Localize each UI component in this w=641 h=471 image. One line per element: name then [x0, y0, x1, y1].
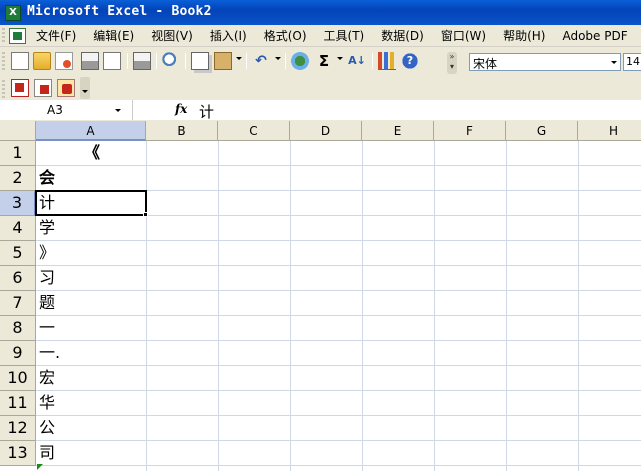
formula-bar: A3 fx 计 — [0, 100, 641, 122]
menu-edit[interactable]: 编辑(E) — [93, 29, 134, 43]
row-header-3[interactable]: 3 — [0, 191, 36, 216]
menu-tools[interactable]: 工具(T) — [324, 29, 365, 43]
menu-data[interactable]: 数据(D) — [381, 29, 424, 43]
window-title: Microsoft Excel - Book2 — [27, 4, 212, 19]
cell-a12[interactable]: 公 — [37, 416, 145, 441]
toolbar-separator — [156, 53, 157, 69]
row-header-13[interactable]: 13 — [0, 441, 36, 466]
column-header-g[interactable]: G — [506, 121, 578, 141]
undo-dropdown-icon[interactable] — [275, 57, 281, 60]
toolbar-separator — [372, 53, 373, 69]
convert-and-email-icon[interactable] — [34, 79, 52, 97]
chart-wizard-icon[interactable] — [378, 52, 396, 70]
column-header-a[interactable]: A — [36, 121, 146, 141]
row-header-11[interactable]: 11 — [0, 391, 36, 416]
insert-function-icon[interactable]: fx — [175, 102, 187, 116]
fill-handle[interactable] — [143, 212, 148, 217]
font-size-value: 14 — [626, 55, 640, 68]
cell-a2[interactable]: 会 — [37, 166, 145, 191]
convert-and-review-icon[interactable] — [57, 79, 75, 97]
toolbar-separator — [246, 53, 247, 69]
row-header-2[interactable]: 2 — [0, 166, 36, 191]
paste-icon[interactable] — [214, 52, 232, 70]
menu-window[interactable]: 窗口(W) — [441, 29, 486, 43]
menu-adobe-pdf[interactable]: Adobe PDF — [562, 29, 627, 43]
menu-format[interactable]: 格式(O) — [264, 29, 307, 43]
research-icon[interactable] — [162, 52, 180, 70]
column-header-h[interactable]: H — [578, 121, 641, 141]
open-icon[interactable] — [33, 52, 51, 70]
copy-icon[interactable] — [191, 52, 209, 70]
row-header-6[interactable]: 6 — [0, 266, 36, 291]
print-icon[interactable] — [81, 52, 99, 70]
menu-bar-grip[interactable] — [2, 28, 5, 44]
cell-a5[interactable]: 》 — [37, 241, 145, 266]
workbook-icon[interactable] — [9, 28, 26, 44]
row-header-12[interactable]: 12 — [0, 416, 36, 441]
row-header-5[interactable]: 5 — [0, 241, 36, 266]
menu-view[interactable]: 视图(V) — [151, 29, 193, 43]
autosum-icon[interactable]: Σ — [315, 52, 333, 70]
name-box-value: A3 — [47, 103, 63, 117]
cell-a7[interactable]: 题 — [37, 291, 145, 316]
row-header-7[interactable]: 7 — [0, 291, 36, 316]
active-cell-border — [35, 190, 147, 216]
cell-a8[interactable]: 一 — [37, 316, 145, 341]
menu-bar: 文件(F) 编辑(E) 视图(V) 插入(I) 格式(O) 工具(T) 数据(D… — [0, 25, 641, 47]
toolbar-options-icon[interactable]: » ▾ — [447, 52, 457, 74]
cell-a10[interactable]: 宏 — [37, 366, 145, 391]
convert-to-pdf-icon[interactable] — [11, 79, 29, 97]
undo-icon[interactable]: ↶ — [252, 52, 270, 70]
new-icon[interactable] — [11, 52, 29, 70]
toolbar-separator — [185, 53, 186, 69]
font-size-select[interactable]: 14 — [623, 53, 641, 71]
cell-a13[interactable]: 司 — [37, 441, 145, 466]
cell-a4[interactable]: 学 — [37, 216, 145, 241]
standard-toolbar: ↶ Σ A↓ ? » ▾ 宋体 14 — [0, 48, 641, 76]
autosum-dropdown-icon[interactable] — [337, 57, 343, 60]
pdf-toolbar — [0, 76, 641, 100]
column-header-e[interactable]: E — [362, 121, 434, 141]
permission-icon[interactable] — [55, 52, 73, 70]
name-box-dropdown-icon[interactable] — [115, 109, 121, 112]
toolbar-separator — [285, 53, 286, 69]
row-header-1[interactable]: 1 — [0, 141, 36, 166]
toolbar-grip[interactable] — [2, 80, 5, 98]
row-header-4[interactable]: 4 — [0, 216, 36, 241]
font-name-value: 宋体 — [473, 57, 498, 71]
cell-a9[interactable]: 一. — [37, 341, 145, 366]
title-bar: X Microsoft Excel - Book2 — [0, 0, 641, 25]
formula-input[interactable]: 计 — [199, 101, 214, 122]
column-header-b[interactable]: B — [146, 121, 218, 141]
column-header-c[interactable]: C — [218, 121, 290, 141]
paste-dropdown-icon[interactable] — [236, 57, 242, 60]
menu-file[interactable]: 文件(F) — [36, 29, 76, 43]
cell-a1[interactable]: 《 — [37, 141, 145, 166]
error-indicator-icon — [37, 464, 43, 470]
column-header-d[interactable]: D — [290, 121, 362, 141]
worksheet-grid[interactable]: A B C D E F G H 1 《 2 会 3 计 4 学 5 》 6 习 7 题 8 一 9 一. 10 宏 11 华 12 公 13 司 — [0, 121, 641, 471]
sort-icon[interactable]: A↓ — [348, 52, 366, 70]
select-all-button[interactable] — [0, 121, 36, 141]
menu-insert[interactable]: 插入(I) — [210, 29, 247, 43]
print-preview-icon[interactable] — [103, 52, 121, 70]
column-header-f[interactable]: F — [434, 121, 506, 141]
font-name-select[interactable]: 宋体 — [469, 53, 621, 71]
cell-a11[interactable]: 华 — [37, 391, 145, 416]
excel-app-icon[interactable]: X — [5, 5, 21, 21]
menu-help[interactable]: 帮助(H) — [503, 29, 545, 43]
name-box[interactable]: A3 — [0, 100, 133, 120]
print-direct-icon[interactable] — [133, 52, 151, 70]
font-name-dropdown-icon[interactable] — [611, 61, 617, 64]
row-header-10[interactable]: 10 — [0, 366, 36, 391]
row-header-8[interactable]: 8 — [0, 316, 36, 341]
row-header-9[interactable]: 9 — [0, 341, 36, 366]
hyperlink-icon[interactable] — [291, 52, 309, 70]
pdf-toolbar-options-icon[interactable] — [80, 77, 90, 99]
cell-a6[interactable]: 习 — [37, 266, 145, 291]
toolbar-grip[interactable] — [2, 52, 5, 70]
help-icon[interactable]: ? — [401, 52, 419, 70]
toolbar-separator — [127, 53, 128, 69]
